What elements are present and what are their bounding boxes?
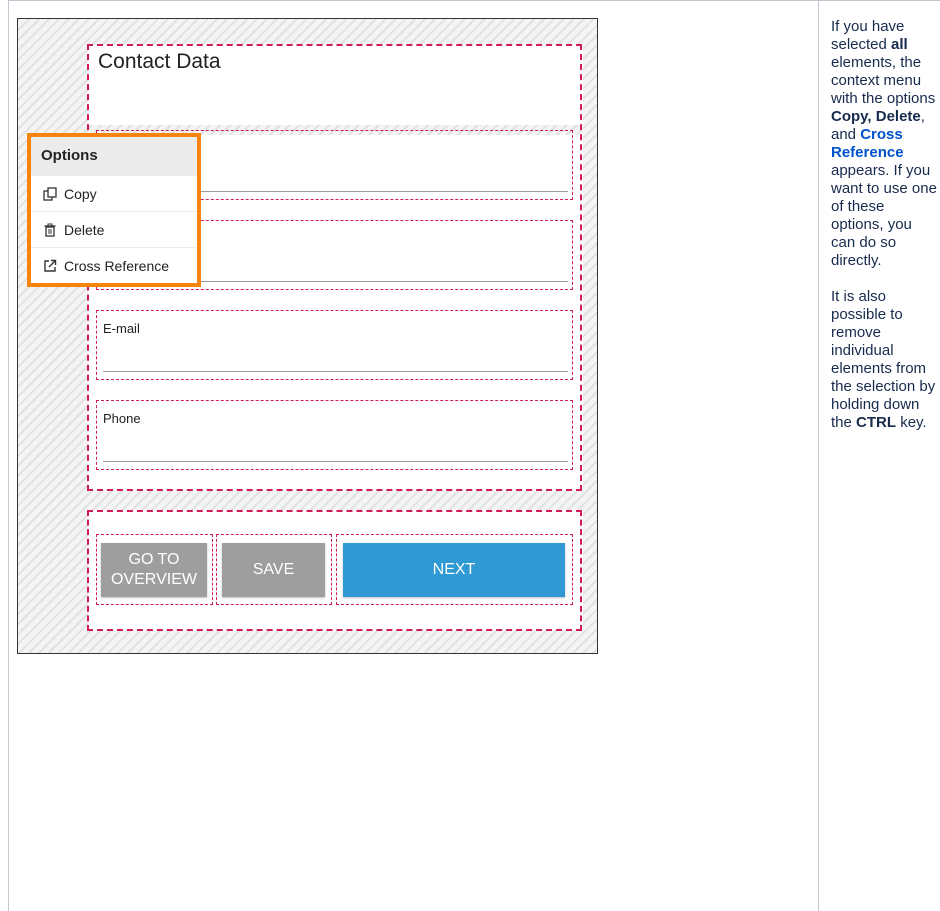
desc-bold-delete: Delete — [875, 108, 921, 125]
copy-icon — [43, 186, 57, 201]
next-button[interactable]: NEXT — [343, 543, 565, 597]
menu-item-copy-label: Copy — [64, 185, 97, 202]
email-underline — [103, 371, 568, 372]
desc-text: elements, the context menu with the opti… — [831, 54, 936, 107]
desc-text: appears. If you want to use one of these… — [831, 162, 937, 269]
menu-item-cross-reference-label: Cross Reference — [64, 257, 170, 274]
external-link-icon — [44, 259, 57, 272]
desc-bold-ctrl: CTRL — [856, 414, 897, 431]
go-to-overview-label-line1: GO TO — [128, 551, 180, 568]
save-button[interactable]: SAVE — [222, 543, 325, 597]
context-menu: Options Copy Delete Cross Reference — [27, 133, 201, 287]
description-paragraph-1: If you have selected all elements, the c… — [831, 18, 939, 270]
column-divider — [818, 0, 819, 911]
go-to-overview-label-line2: OVERVIEW — [111, 571, 197, 588]
phone-label: Phone — [103, 411, 141, 426]
section-title: Contact Data — [98, 50, 221, 73]
menu-item-delete-label: Delete — [64, 221, 105, 238]
trash-icon — [44, 223, 56, 237]
email-label: E-mail — [103, 321, 140, 336]
field-box-phone[interactable] — [96, 400, 573, 470]
description-paragraph-2: It is also possible to remove individual… — [831, 288, 939, 432]
desc-bold-all: all — [891, 36, 908, 53]
desc-bold-copy: Copy, — [831, 108, 872, 125]
phone-underline — [103, 461, 568, 462]
menu-item-delete[interactable]: Delete — [31, 211, 197, 247]
editor-screenshot: Contact Data E-mail Phone GO TO OVERVIEW… — [17, 18, 598, 654]
desc-text: key. — [896, 414, 927, 431]
description-text: If you have selected all elements, the c… — [831, 18, 939, 450]
field-box-email[interactable] — [96, 310, 573, 380]
menu-item-copy[interactable]: Copy — [31, 175, 197, 211]
menu-item-cross-reference[interactable]: Cross Reference — [31, 247, 197, 283]
context-menu-title: Options — [31, 137, 197, 175]
desc-text: It is also possible to remove individual… — [831, 288, 936, 431]
go-to-overview-button[interactable]: GO TO OVERVIEW — [101, 543, 207, 597]
